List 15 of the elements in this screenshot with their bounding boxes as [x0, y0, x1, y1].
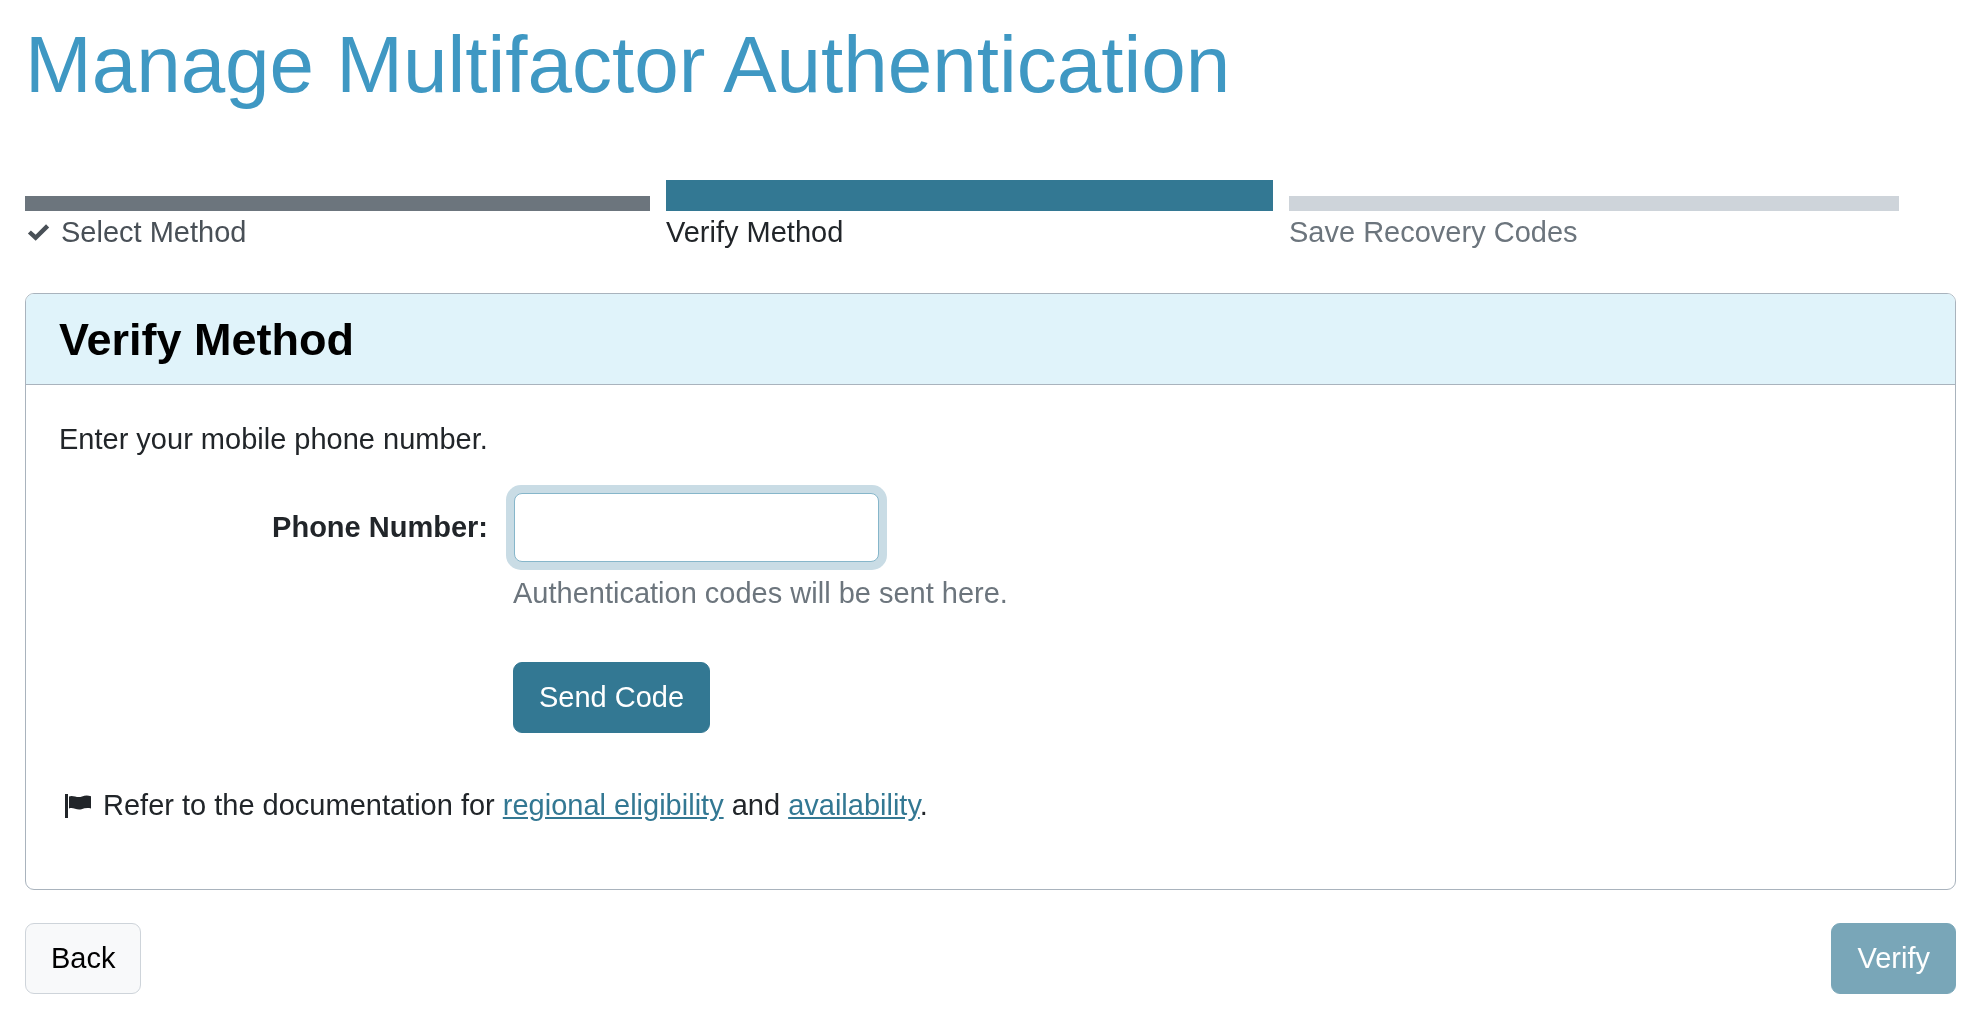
- flag-icon: [65, 793, 91, 818]
- phone-number-field[interactable]: [506, 484, 887, 570]
- documentation-link[interactable]: availability: [788, 789, 920, 822]
- documentation-note: Refer to the documentation for regional eligibility and availability.: [103, 788, 928, 823]
- help-text: Authentication codes will be sent here.: [513, 575, 1008, 611]
- page-title: Manage Multifactor Authentication: [25, 19, 1232, 111]
- field-label: Phone Number:: [271, 509, 488, 545]
- step-label: Select Method: [61, 215, 247, 250]
- send-code-button[interactable]: Send Code: [513, 662, 711, 734]
- step-label: Verify Method: [666, 215, 844, 250]
- step-label: Save Recovery Codes: [1289, 215, 1578, 250]
- instruction-text: Enter your mobile phone number.: [59, 421, 489, 457]
- documentation-link[interactable]: regional eligibility: [502, 789, 724, 822]
- panel-title: Verify Method: [59, 312, 356, 367]
- back-button[interactable]: Back: [25, 923, 142, 994]
